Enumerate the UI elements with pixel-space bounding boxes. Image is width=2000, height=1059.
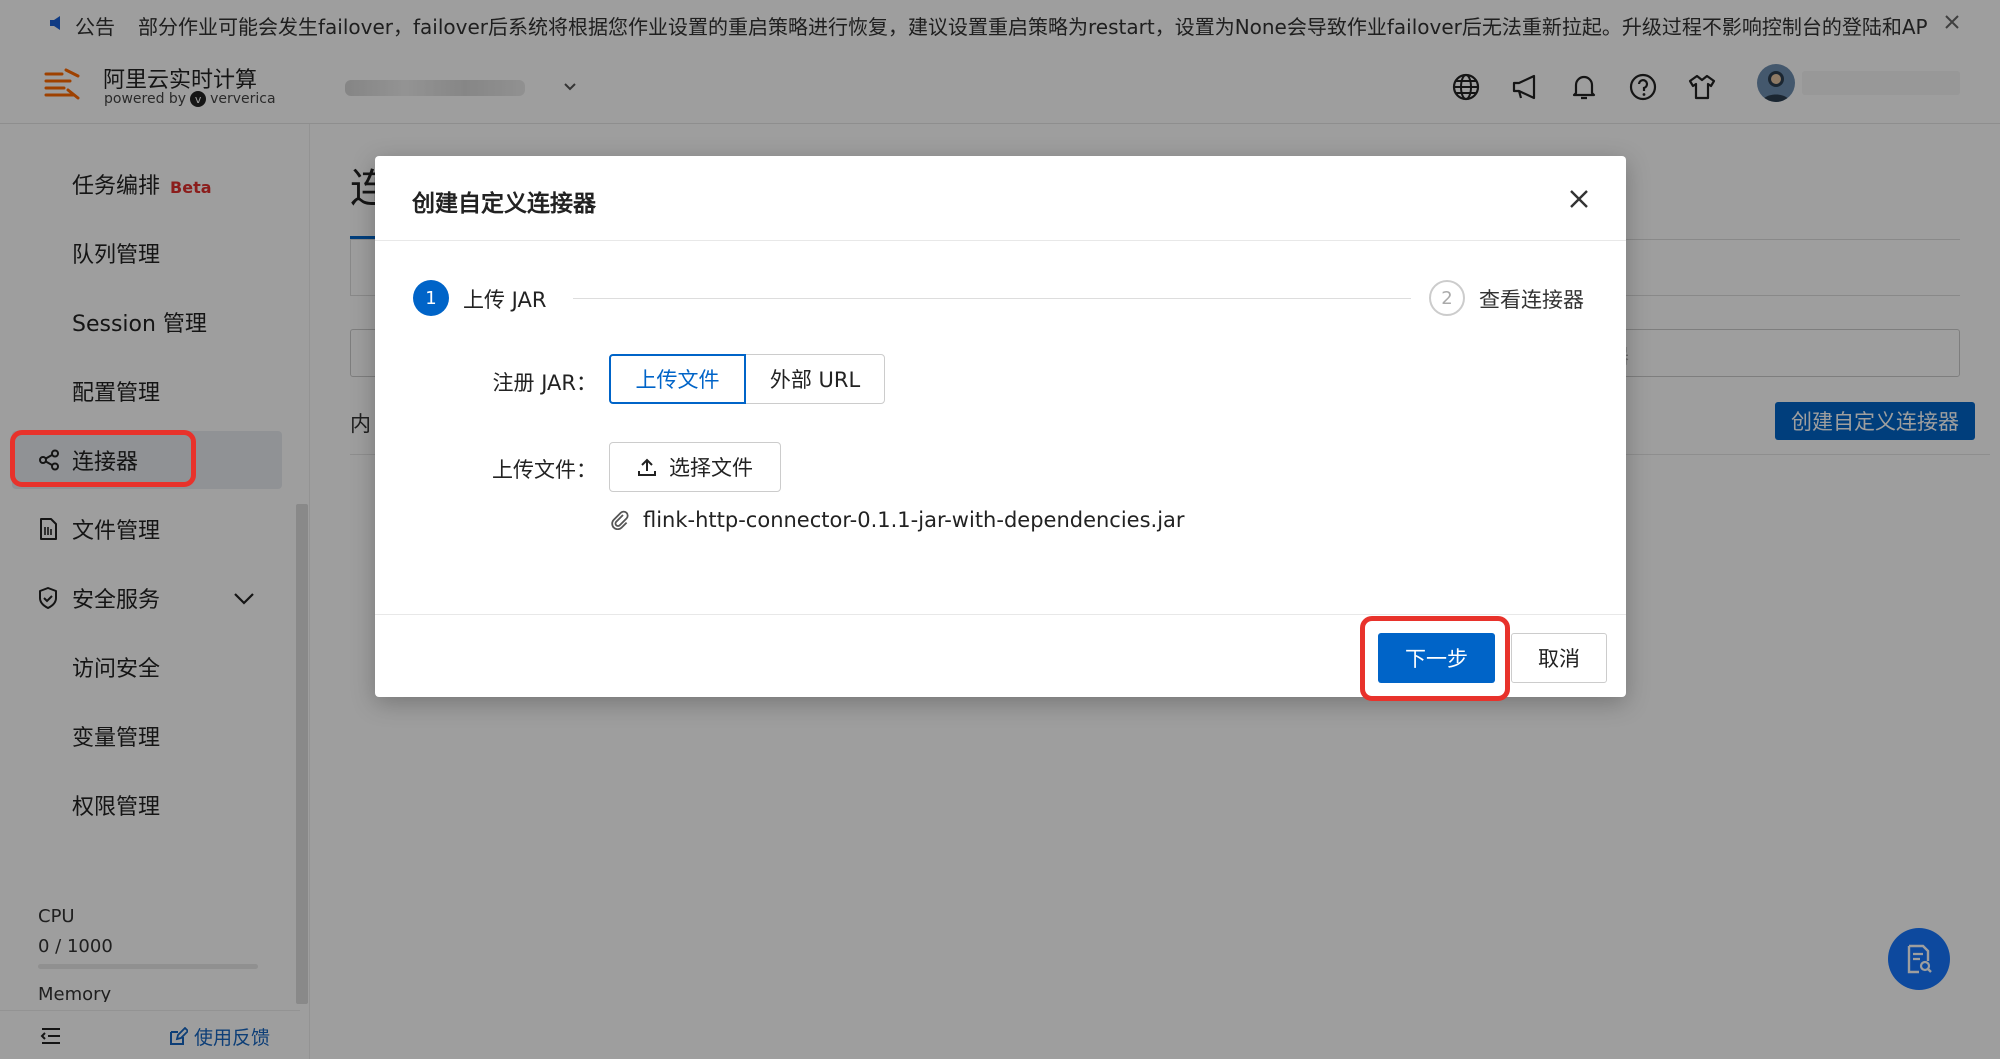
upload-file-option[interactable]: 上传文件	[609, 354, 746, 404]
step-2-indicator: 2	[1429, 280, 1465, 316]
highlight-connectors	[10, 430, 196, 487]
highlight-next-step	[1360, 616, 1510, 701]
divider	[375, 614, 1626, 615]
choose-file-label: 选择文件	[669, 456, 753, 480]
upload-file-label: 上传文件：	[492, 458, 597, 482]
choose-file-button[interactable]: 选择文件	[609, 442, 781, 492]
step-1-indicator: 1	[413, 280, 449, 316]
close-icon[interactable]	[1568, 188, 1590, 210]
step-1-label: 上传 JAR	[463, 288, 547, 312]
divider	[375, 240, 1626, 241]
external-url-option[interactable]: 外部 URL	[745, 354, 885, 404]
dialog-title: 创建自定义连接器	[412, 191, 596, 217]
paperclip-icon	[611, 510, 629, 530]
uploaded-file-item: flink-http-connector-0.1.1-jar-with-depe…	[611, 508, 1185, 532]
upload-icon	[638, 458, 656, 476]
cancel-button[interactable]: 取消	[1511, 633, 1607, 683]
step-connector-line	[573, 298, 1411, 299]
uploaded-file-name: flink-http-connector-0.1.1-jar-with-depe…	[643, 508, 1185, 532]
register-jar-label: 注册 JAR：	[492, 371, 597, 395]
step-2-label: 查看连接器	[1479, 288, 1584, 312]
